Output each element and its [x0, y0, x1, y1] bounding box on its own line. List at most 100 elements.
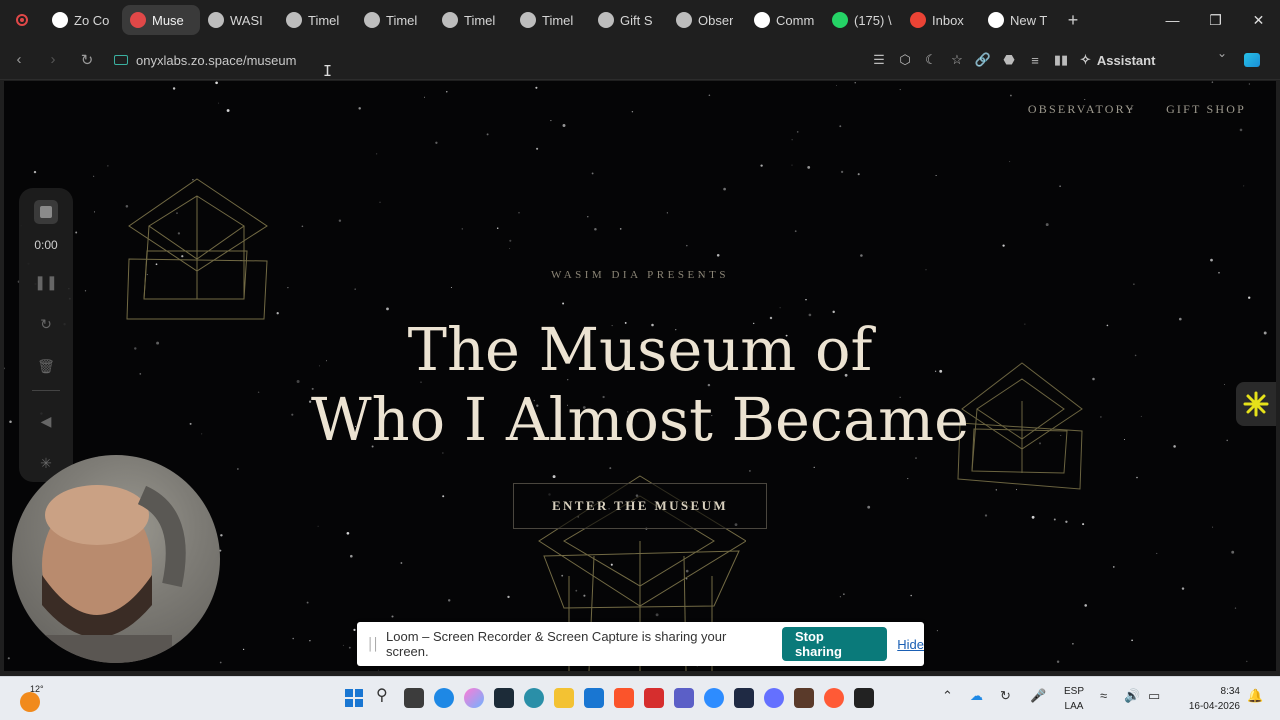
hide-link[interactable]: Hide — [897, 637, 924, 652]
star — [226, 109, 230, 112]
tab-4[interactable]: Timel — [356, 5, 434, 35]
store-icon[interactable] — [584, 688, 604, 708]
trash-icon[interactable]: 🗑 — [34, 354, 58, 378]
tab-2[interactable]: WASI — [200, 5, 278, 35]
chat-app-icon[interactable] — [764, 688, 784, 708]
star — [535, 86, 538, 89]
loom-control-panel: 0:00 ❚❚ ↻ 🗑 ◀ ✳ — [19, 188, 73, 482]
windows-start-icon[interactable] — [344, 688, 364, 708]
tab-9[interactable]: Comm — [746, 5, 824, 35]
tab-3[interactable]: Timel — [278, 5, 356, 35]
tab-0[interactable]: Zo Co — [44, 5, 122, 35]
weather-widget[interactable]: 12° — [18, 684, 46, 712]
globe-icon — [598, 12, 614, 28]
star — [631, 110, 634, 113]
audio-icon[interactable]: ▮▮ — [1048, 46, 1074, 74]
terminal-icon[interactable] — [494, 688, 514, 708]
pause-icon[interactable]: ❚❚ — [34, 270, 58, 294]
drag-handle-icon[interactable]: ││ — [367, 637, 380, 651]
title-line-2: Who I Almost Became — [310, 385, 970, 454]
globe-icon — [520, 12, 536, 28]
star — [75, 231, 78, 234]
star — [854, 82, 856, 84]
address-bar[interactable]: onyxlabs.zo.space/museum — [108, 46, 848, 74]
sync-icon[interactable]: ↻ — [1000, 688, 1011, 704]
enter-museum-button[interactable]: ENTER THE MUSEUM — [513, 483, 767, 529]
star — [796, 131, 799, 133]
toolbar-icons: ☰ ⬡ ☾ ☆ 🔗 ⬣ ≡ ▮▮ ✧ Assistant — [866, 45, 1155, 75]
edge-icon[interactable] — [434, 688, 454, 708]
volume-icon[interactable]: 🔊 — [1124, 688, 1140, 704]
minimize-icon[interactable]: — — [1151, 0, 1194, 40]
side-extension-icon[interactable] — [1236, 382, 1276, 426]
brave-icon[interactable] — [614, 688, 634, 708]
star — [1246, 660, 1248, 663]
game-icon[interactable] — [794, 688, 814, 708]
recording-indicator-icon[interactable] — [0, 0, 44, 40]
zoom-icon[interactable] — [704, 688, 724, 708]
tab-5[interactable]: Timel — [434, 5, 512, 35]
wireframe-cube-top-left — [126, 178, 268, 320]
onedrive-icon[interactable]: ☁ — [970, 688, 983, 704]
cursor-highlight-icon[interactable]: ✳ — [34, 451, 58, 475]
wifi-icon[interactable]: ≈ — [1100, 688, 1107, 703]
vpn-icon[interactable] — [734, 688, 754, 708]
app-red-icon[interactable] — [644, 688, 664, 708]
app-dark-icon[interactable] — [854, 688, 874, 708]
star — [686, 244, 688, 247]
new-tab-button[interactable]: + — [1058, 5, 1088, 35]
file-explorer-icon[interactable] — [554, 688, 574, 708]
battery-icon[interactable]: ▭ — [1148, 688, 1160, 704]
chevron-down-icon[interactable]: ⌄ — [1212, 46, 1232, 60]
task-view-icon[interactable] — [404, 688, 424, 708]
language-indicator[interactable]: ESP LAA — [1062, 684, 1086, 714]
url-text[interactable]: onyxlabs.zo.space/museum — [136, 53, 296, 68]
shield-icon[interactable]: ⬡ — [892, 46, 918, 74]
tab-10[interactable]: (175) \ — [824, 5, 902, 35]
tab-7[interactable]: Gift S — [590, 5, 668, 35]
restart-icon[interactable]: ↻ — [34, 312, 58, 336]
teams-icon[interactable] — [674, 688, 694, 708]
star — [1133, 283, 1135, 285]
star-icon[interactable]: ☆ — [944, 46, 970, 74]
globe-icon — [286, 12, 302, 28]
star — [218, 102, 220, 104]
tab-8[interactable]: Obser — [668, 5, 746, 35]
nav-observatory[interactable]: OBSERVATORY — [1028, 102, 1136, 117]
browser-app-icon[interactable] — [524, 688, 544, 708]
star — [301, 225, 304, 228]
firefox-icon[interactable] — [824, 688, 844, 708]
chevron-up-icon[interactable]: ⌃ — [942, 688, 953, 704]
tab-12[interactable]: New T — [980, 5, 1058, 35]
link-icon[interactable]: 🔗 — [970, 46, 996, 74]
sliders-icon[interactable]: ☰ — [866, 46, 892, 74]
moon-icon[interactable]: ☾ — [918, 46, 944, 74]
close-window-icon[interactable]: ✕ — [1237, 0, 1280, 40]
nav-gift-shop[interactable]: GIFT SHOP — [1166, 102, 1246, 117]
assistant-button[interactable]: ✧ Assistant — [1080, 52, 1155, 68]
draw-icon[interactable]: ◀ — [34, 409, 58, 433]
microphone-icon[interactable]: 🎤 — [1030, 688, 1046, 704]
webcam-bubble[interactable] — [12, 455, 220, 663]
system-clock[interactable]: 8:34 16-04-2026 — [1178, 684, 1240, 714]
star — [509, 239, 512, 242]
stop-recording-button[interactable] — [34, 200, 58, 224]
tab-1[interactable]: Muse — [122, 5, 200, 35]
reload-icon[interactable]: ↻ — [72, 45, 102, 75]
notifications-icon[interactable]: 🔔 — [1247, 688, 1263, 704]
extension-icon[interactable] — [1244, 53, 1260, 67]
forward-icon[interactable]: › — [38, 45, 68, 75]
search-icon[interactable]: ⚲ — [376, 685, 388, 705]
copilot-icon[interactable] — [464, 688, 484, 708]
extensions-icon[interactable]: ⬣ — [996, 46, 1022, 74]
restore-icon[interactable]: ❐ — [1194, 0, 1237, 40]
tab-11[interactable]: Inbox — [902, 5, 980, 35]
tab-6[interactable]: Timel — [512, 5, 590, 35]
tab-label: Zo Co — [74, 12, 110, 28]
back-icon[interactable]: ‹ — [4, 45, 34, 75]
site-info-icon[interactable] — [114, 55, 128, 65]
star — [353, 628, 356, 632]
stop-sharing-button[interactable]: Stop sharing — [781, 627, 888, 661]
whatsapp-icon — [832, 12, 848, 28]
reader-icon[interactable]: ≡ — [1022, 46, 1048, 74]
